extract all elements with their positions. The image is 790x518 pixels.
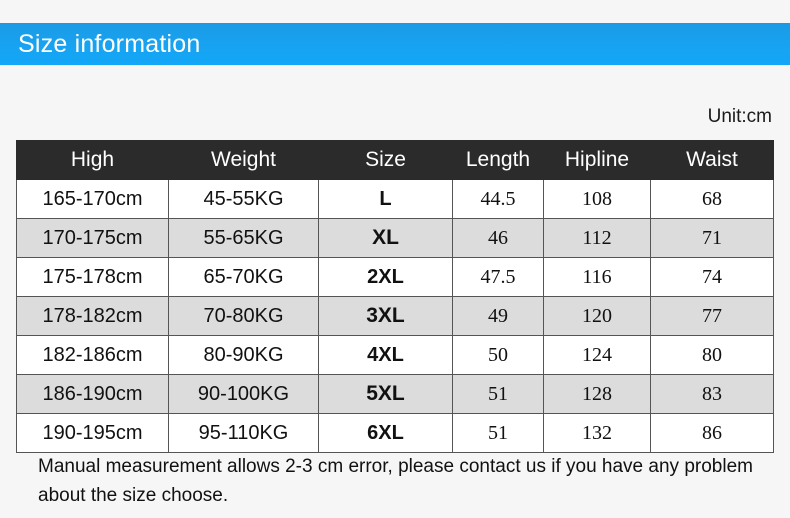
cell-length: 44.5: [452, 179, 544, 219]
cell-waist: 71: [650, 218, 774, 258]
cell-hipline: 128: [543, 374, 651, 414]
table-row: 186-190cm 90-100KG 5XL 51 128 83: [16, 374, 774, 414]
table-row: 178-182cm 70-80KG 3XL 49 120 77: [16, 296, 774, 336]
cell-size: 3XL: [318, 296, 453, 336]
cell-hipline: 132: [543, 413, 651, 453]
cell-hipline: 120: [543, 296, 651, 336]
page-header-banner: Size information: [0, 23, 790, 65]
cell-high: 175-178cm: [16, 257, 169, 297]
cell-high: 182-186cm: [16, 335, 169, 375]
column-header-size: Size: [318, 140, 453, 180]
cell-size: 6XL: [318, 413, 453, 453]
cell-length: 51: [452, 374, 544, 414]
cell-size: XL: [318, 218, 453, 258]
table-row: 190-195cm 95-110KG 6XL 51 132 86: [16, 413, 774, 453]
cell-high: 165-170cm: [16, 179, 169, 219]
unit-label: Unit:cm: [707, 106, 772, 127]
cell-high: 186-190cm: [16, 374, 169, 414]
cell-size: L: [318, 179, 453, 219]
cell-length: 49: [452, 296, 544, 336]
cell-hipline: 116: [543, 257, 651, 297]
cell-waist: 83: [650, 374, 774, 414]
cell-weight: 45-55KG: [168, 179, 319, 219]
cell-size: 4XL: [318, 335, 453, 375]
cell-length: 51: [452, 413, 544, 453]
cell-waist: 74: [650, 257, 774, 297]
column-header-waist: Waist: [650, 140, 774, 180]
table-body: 165-170cm 45-55KG L 44.5 108 68 170-175cm 55-65…: [16, 179, 774, 453]
cell-waist: 86: [650, 413, 774, 453]
cell-weight: 90-100KG: [168, 374, 319, 414]
cell-weight: 80-90KG: [168, 335, 319, 375]
table-row: 175-178cm 65-70KG 2XL 47.5 116 74: [16, 257, 774, 297]
cell-hipline: 124: [543, 335, 651, 375]
cell-length: 46: [452, 218, 544, 258]
table-row: 165-170cm 45-55KG L 44.5 108 68: [16, 179, 774, 219]
column-header-weight: Weight: [168, 140, 319, 180]
cell-waist: 68: [650, 179, 774, 219]
cell-high: 190-195cm: [16, 413, 169, 453]
table-row: 170-175cm 55-65KG XL 46 112 71: [16, 218, 774, 258]
table-header-row: High Weight Size Length Hipline Waist: [16, 140, 774, 180]
cell-high: 178-182cm: [16, 296, 169, 336]
cell-hipline: 112: [543, 218, 651, 258]
cell-size: 2XL: [318, 257, 453, 297]
measurement-note: Manual measurement allows 2-3 cm error, …: [38, 456, 753, 507]
cell-weight: 55-65KG: [168, 218, 319, 258]
column-header-length: Length: [452, 140, 544, 180]
cell-weight: 95-110KG: [168, 413, 319, 453]
cell-size: 5XL: [318, 374, 453, 414]
cell-waist: 77: [650, 296, 774, 336]
cell-high: 170-175cm: [16, 218, 169, 258]
cell-weight: 65-70KG: [168, 257, 319, 297]
table-row: 182-186cm 80-90KG 4XL 50 124 80: [16, 335, 774, 375]
table-header: High Weight Size Length Hipline Waist: [16, 140, 774, 180]
page-title: Size information: [18, 29, 201, 58]
cell-length: 50: [452, 335, 544, 375]
size-information-table: High Weight Size Length Hipline Waist 16…: [16, 140, 774, 453]
cell-length: 47.5: [452, 257, 544, 297]
cell-hipline: 108: [543, 179, 651, 219]
cell-waist: 80: [650, 335, 774, 375]
cell-weight: 70-80KG: [168, 296, 319, 336]
column-header-high: High: [16, 140, 169, 180]
column-header-hipline: Hipline: [543, 140, 651, 180]
